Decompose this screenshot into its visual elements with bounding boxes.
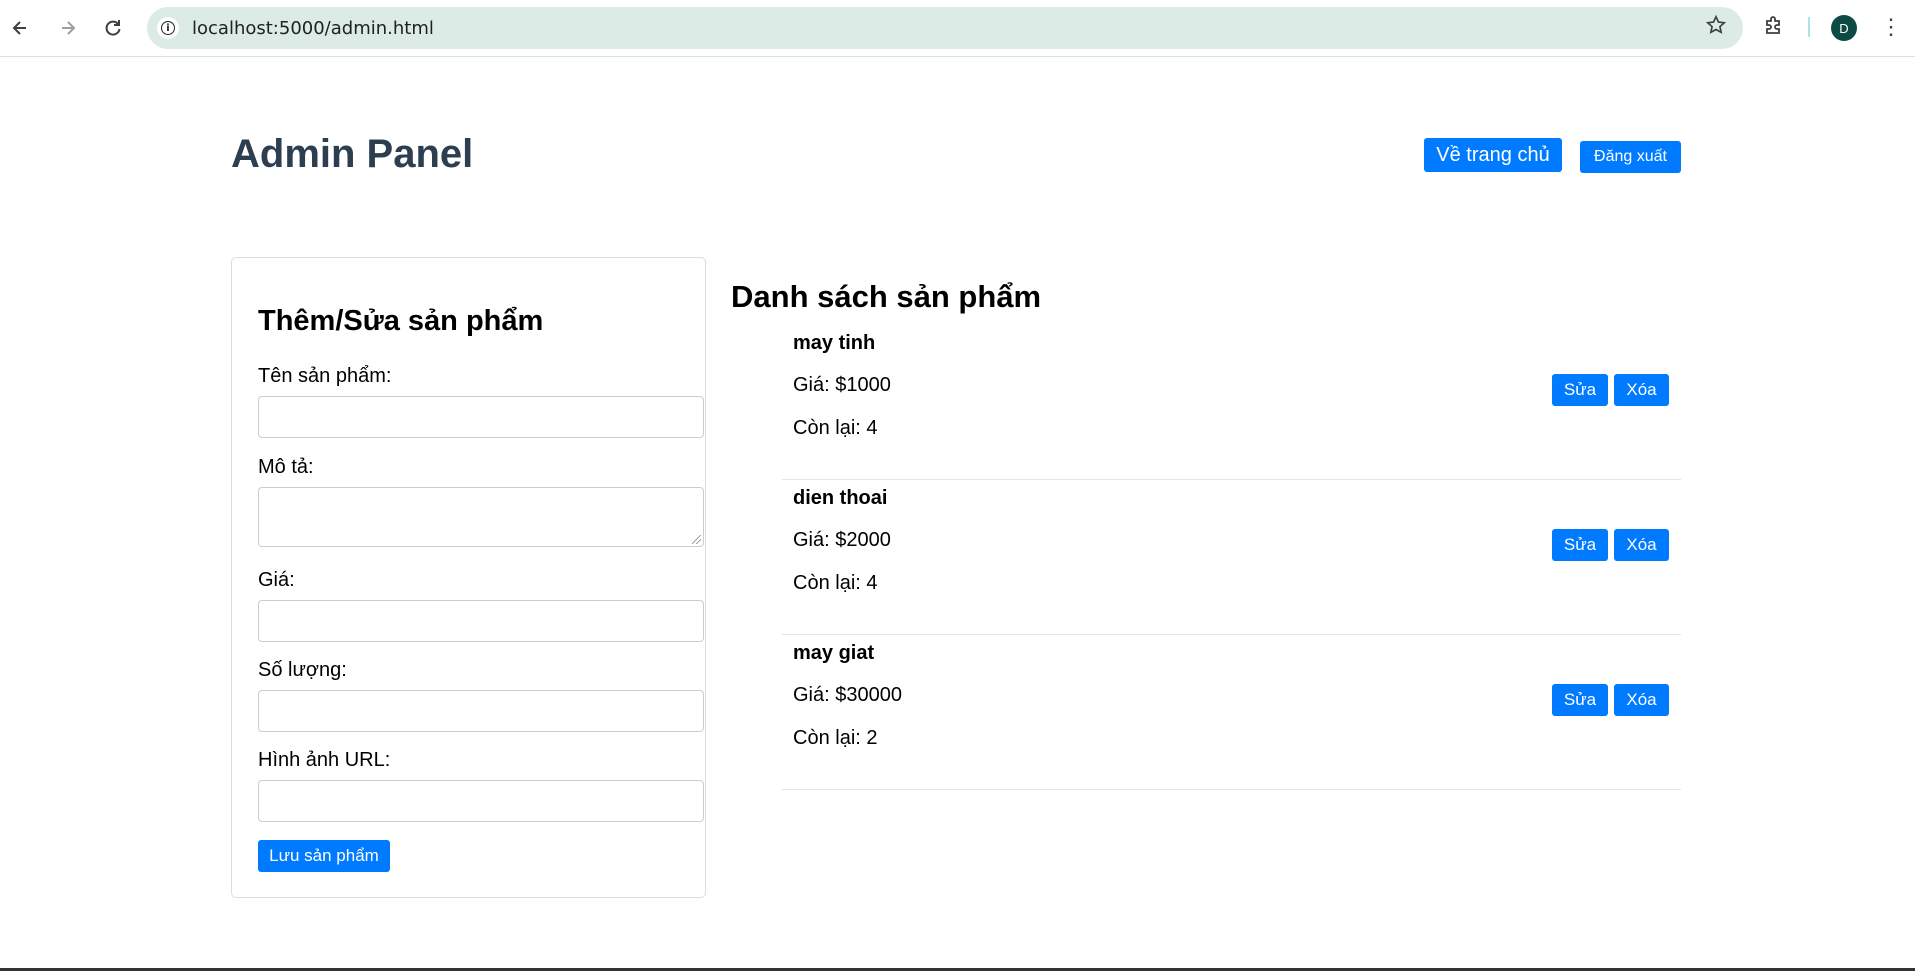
star-icon[interactable] bbox=[1705, 14, 1727, 42]
logout-button[interactable]: Đăng xuất bbox=[1580, 141, 1681, 173]
home-button[interactable]: Về trang chủ bbox=[1424, 138, 1562, 172]
delete-button[interactable]: Xóa bbox=[1614, 374, 1669, 406]
menu-dots-icon[interactable]: ⋮ bbox=[1880, 14, 1902, 42]
delete-button[interactable]: Xóa bbox=[1614, 684, 1669, 716]
extensions-icon[interactable] bbox=[1762, 14, 1786, 38]
product-item: may tinh Giá: $1000 Còn lại: 4 Sửa Xóa bbox=[782, 325, 1681, 480]
product-price: Giá: $1000 bbox=[793, 374, 891, 396]
edit-button[interactable]: Sửa bbox=[1552, 374, 1608, 406]
product-name: may tinh bbox=[793, 332, 876, 354]
name-input[interactable] bbox=[258, 396, 704, 438]
price-label: Giá: bbox=[258, 569, 295, 591]
info-icon[interactable]: i bbox=[157, 17, 179, 39]
quantity-input[interactable] bbox=[258, 690, 704, 732]
price-input[interactable] bbox=[258, 600, 704, 642]
product-stock: Còn lại: 4 bbox=[793, 417, 878, 439]
form-title: Thêm/Sửa sản phẩm bbox=[258, 305, 544, 337]
url-text[interactable]: localhost:5000/admin.html bbox=[192, 18, 434, 39]
product-stock: Còn lại: 2 bbox=[793, 727, 878, 749]
product-stock: Còn lại: 4 bbox=[793, 572, 878, 594]
browser-toolbar: i localhost:5000/admin.html D ⋮ bbox=[0, 0, 1915, 57]
reload-icon[interactable] bbox=[97, 12, 129, 44]
product-form-card: Thêm/Sửa sản phẩm Tên sản phẩm: Mô tả: G… bbox=[231, 257, 706, 898]
description-textarea[interactable] bbox=[258, 487, 704, 547]
admin-page: Admin Panel Về trang chủ Đăng xuất Thêm/… bbox=[0, 57, 1915, 971]
product-name: dien thoai bbox=[793, 487, 888, 509]
toolbar-divider bbox=[1808, 17, 1810, 37]
image-url-input[interactable] bbox=[258, 780, 704, 822]
resize-handle[interactable] bbox=[692, 535, 701, 544]
page-title: Admin Panel bbox=[231, 132, 474, 176]
edit-button[interactable]: Sửa bbox=[1552, 529, 1608, 561]
image-url-label: Hình ảnh URL: bbox=[258, 749, 391, 771]
description-label: Mô tả: bbox=[258, 456, 314, 478]
profile-avatar[interactable]: D bbox=[1831, 15, 1857, 41]
product-name: may giat bbox=[793, 642, 875, 664]
product-list-title: Danh sách sản phẩm bbox=[731, 279, 1042, 314]
delete-button[interactable]: Xóa bbox=[1614, 529, 1669, 561]
product-item: may giat Giá: $30000 Còn lại: 2 Sửa Xóa bbox=[782, 635, 1681, 790]
forward-icon[interactable] bbox=[52, 12, 84, 44]
address-bar[interactable]: i localhost:5000/admin.html bbox=[147, 7, 1743, 49]
product-item: dien thoai Giá: $2000 Còn lại: 4 Sửa Xóa bbox=[782, 480, 1681, 635]
back-icon[interactable] bbox=[4, 12, 36, 44]
product-price: Giá: $2000 bbox=[793, 529, 891, 551]
edit-button[interactable]: Sửa bbox=[1552, 684, 1608, 716]
product-list: may tinh Giá: $1000 Còn lại: 4 Sửa Xóa d… bbox=[782, 325, 1681, 790]
product-price: Giá: $30000 bbox=[793, 684, 902, 706]
name-label: Tên sản phẩm: bbox=[258, 365, 392, 387]
save-product-button[interactable]: Lưu sản phẩm bbox=[258, 840, 390, 872]
quantity-label: Số lượng: bbox=[258, 659, 347, 681]
